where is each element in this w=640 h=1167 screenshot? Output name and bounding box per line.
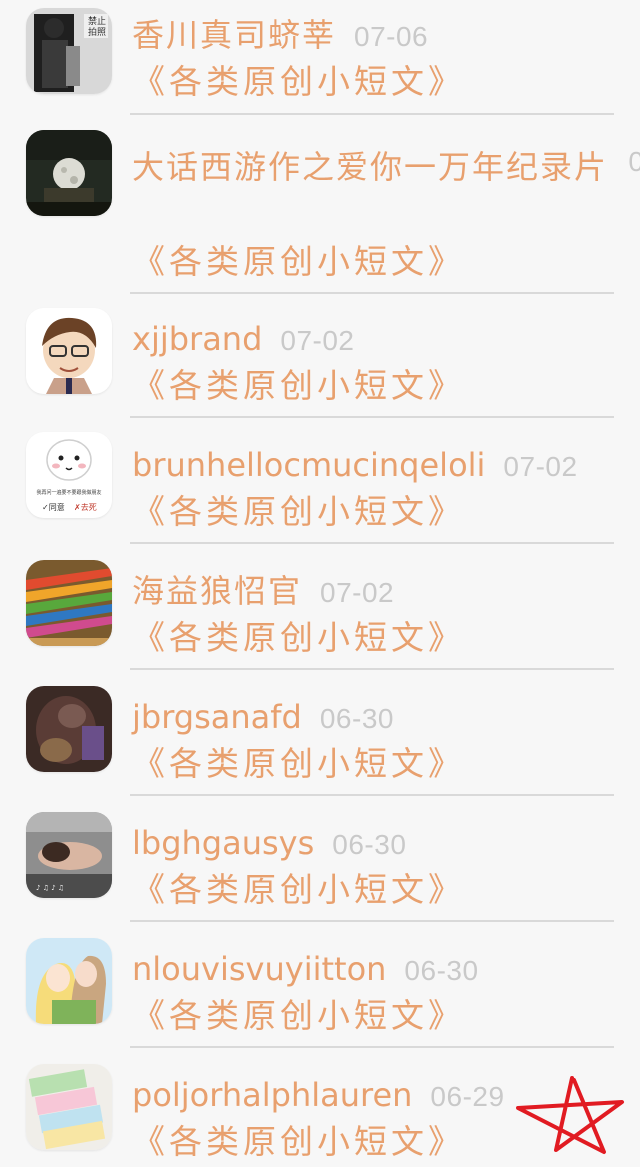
category-link[interactable]: 《各类原创小短文》 <box>132 744 465 784</box>
avatar[interactable] <box>26 560 112 646</box>
category-link[interactable]: 《各类原创小短文》 <box>132 242 465 282</box>
avatar[interactable]: ♪ ♫ ♪ ♫ <box>26 812 112 898</box>
author-name[interactable]: 海益狼怊官 <box>132 572 302 610</box>
category-link[interactable]: 《各类原创小短文》 <box>132 62 465 102</box>
post-author[interactable]: 香川真司蛴莘 07-06 <box>132 16 428 56</box>
category-link[interactable]: 《各类原创小短文》 <box>132 366 465 406</box>
svg-text:禁止: 禁止 <box>88 15 106 27</box>
category-link[interactable]: 《各类原创小短文》 <box>132 1122 465 1162</box>
svg-text:♪ ♫ ♪ ♫: ♪ ♫ ♪ ♫ <box>36 884 64 892</box>
avatar[interactable] <box>26 308 112 394</box>
post-author[interactable]: brunhellocmucinqeloli 07-02 <box>132 446 578 486</box>
post-list: 禁止 拍照 香川真司蛴莘 07-06 《各类原创小短文》 大话西游作之爱你一万年纪… <box>0 0 640 1167</box>
post-author[interactable]: xjjbrand 07-02 <box>132 320 355 360</box>
divider <box>130 542 614 544</box>
post-author[interactable]: poljorhalphlauren 06-29 <box>132 1076 505 1116</box>
avatar[interactable]: 我再问一遍要不要跟我做朋友 ✓同意 ✗去死 <box>26 432 112 518</box>
post-date: 06-30 <box>319 703 394 734</box>
post-date: 07-02 <box>320 577 395 608</box>
category-link[interactable]: 《各类原创小短文》 <box>132 870 465 910</box>
divider <box>130 416 614 418</box>
post-date: 06-30 <box>404 955 479 986</box>
avatar[interactable] <box>26 686 112 772</box>
author-name[interactable]: poljorhalphlauren <box>132 1076 412 1114</box>
post-date: 06-30 <box>332 829 407 860</box>
post-date: 07-06 <box>354 21 429 52</box>
category-link[interactable]: 《各类原创小短文》 <box>132 996 465 1036</box>
author-name[interactable]: xjjbrand <box>132 320 262 358</box>
svg-text:我再问一遍要不要跟我做朋友: 我再问一遍要不要跟我做朋友 <box>36 489 101 496</box>
post-author[interactable]: 海益狼怊官 07-02 <box>132 572 394 612</box>
divider <box>130 1046 614 1048</box>
post-author[interactable]: 大话西游作之爱你一万年纪录片 <box>132 140 622 195</box>
post-author[interactable]: jbrgsanafd 06-30 <box>132 698 394 738</box>
author-name[interactable]: brunhellocmucinqeloli <box>132 446 485 484</box>
post-date: 06-29 <box>430 1081 505 1112</box>
avatar[interactable] <box>26 938 112 1024</box>
svg-text:✓同意: ✓同意 <box>42 502 65 512</box>
divider <box>130 920 614 922</box>
divider <box>130 113 614 115</box>
svg-text:拍照: 拍照 <box>88 26 106 38</box>
category-link[interactable]: 《各类原创小短文》 <box>132 492 465 532</box>
author-name[interactable]: 香川真司蛴莘 <box>132 16 336 54</box>
author-name[interactable]: lbghgausys <box>132 824 314 862</box>
post-date: 07-02 <box>503 451 578 482</box>
avatar[interactable] <box>26 130 112 216</box>
divider <box>130 794 614 796</box>
post-author[interactable]: lbghgausys 06-30 <box>132 824 406 864</box>
author-name[interactable]: nlouvisvuyiitton <box>132 950 386 988</box>
category-link[interactable]: 《各类原创小短文》 <box>132 618 465 658</box>
divider <box>130 292 614 294</box>
star-annotation-icon <box>516 1076 624 1154</box>
post-author[interactable]: nlouvisvuyiitton 06-30 <box>132 950 479 990</box>
avatar[interactable]: 禁止 拍照 <box>26 8 112 94</box>
svg-text:✗去死: ✗去死 <box>74 502 97 512</box>
post-date: 0 <box>628 146 640 177</box>
divider <box>130 668 614 670</box>
avatar[interactable] <box>26 1064 112 1150</box>
post-date: 07-02 <box>280 325 355 356</box>
author-name[interactable]: jbrgsanafd <box>132 698 302 736</box>
